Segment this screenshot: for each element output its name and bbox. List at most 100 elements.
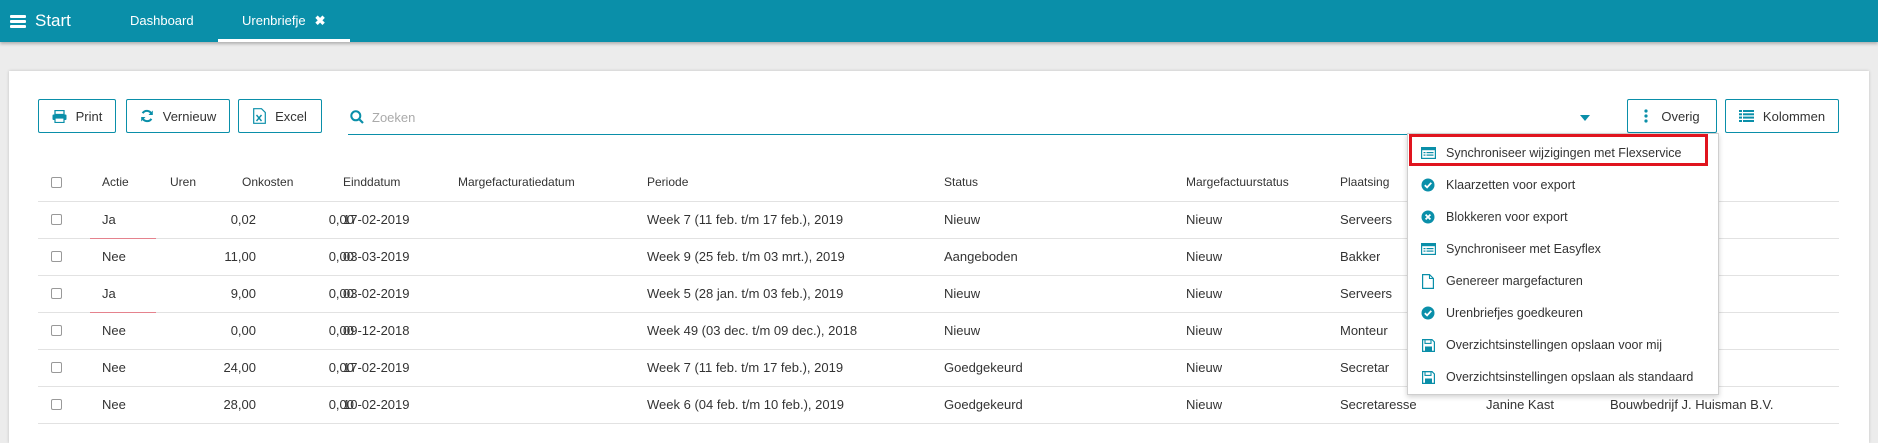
menu-item-5[interactable]: Genereer margefacturen xyxy=(1408,265,1718,297)
column-header-onkosten[interactable]: Onkosten xyxy=(242,164,354,201)
file-icon xyxy=(1420,273,1436,289)
tab-urenbriefje-label: Urenbriefje xyxy=(242,13,306,28)
menu-item-4[interactable]: Synchroniseer met Easyflex xyxy=(1408,233,1718,265)
status-cell: Goedgekeurd xyxy=(944,360,1023,375)
print-button[interactable]: Print xyxy=(38,99,116,133)
onkosten-cell: 0,00 xyxy=(328,249,354,264)
menu-item-label: Overzichtsinstellingen opslaan als stand… xyxy=(1446,370,1694,384)
einddatum-cell: 03-02-2019 xyxy=(343,286,410,301)
periode-cell: Week 6 (04 feb. t/m 10 feb.), 2019 xyxy=(647,397,845,412)
row-checkbox[interactable] xyxy=(51,251,62,262)
vernieuw-button[interactable]: Vernieuw xyxy=(126,99,230,133)
list-window-icon xyxy=(1420,145,1436,161)
menu-item-label: Genereer margefacturen xyxy=(1446,274,1583,288)
list-columns-icon xyxy=(1738,110,1754,122)
onkosten-cell: 0,00 xyxy=(328,212,354,227)
margefactuurstatus-cell: Nieuw xyxy=(1186,397,1223,412)
close-tab-icon[interactable]: ✖ xyxy=(315,13,326,28)
actie-cell: Ja xyxy=(102,286,116,301)
printer-icon xyxy=(52,109,67,123)
column-header-actie[interactable]: Actie xyxy=(102,164,129,201)
plaatsing-cell: Secretaresse xyxy=(1340,397,1417,412)
menu-item-3[interactable]: Blokkeren voor export xyxy=(1408,201,1718,233)
menu-item-label: Synchroniseer wijzigingen met Flexservic… xyxy=(1446,146,1682,160)
menu-item-2[interactable]: Klaarzetten voor export xyxy=(1408,169,1718,201)
kolommen-button[interactable]: Kolommen xyxy=(1725,99,1839,133)
search-bar xyxy=(348,100,1596,135)
overig-dropdown-menu: Synchroniseer wijzigingen met Flexservic… xyxy=(1407,133,1719,395)
start-menu-button[interactable]: Start xyxy=(10,11,71,31)
excel-label: Excel xyxy=(275,108,307,124)
plaatsing-cell: Serveers xyxy=(1340,212,1393,227)
search-icon xyxy=(350,110,364,124)
kolommen-label: Kolommen xyxy=(1762,108,1826,124)
x-circle-icon xyxy=(1420,209,1436,225)
overig-button[interactable]: Overig xyxy=(1627,99,1717,133)
vernieuw-label: Vernieuw xyxy=(162,108,217,124)
status-cell: Nieuw xyxy=(944,323,981,338)
row-checkbox[interactable] xyxy=(51,288,62,299)
einddatum-cell: 10-02-2019 xyxy=(343,397,410,412)
search-input[interactable] xyxy=(372,106,1552,128)
actie-cell: Nee xyxy=(102,360,126,375)
menu-item-1[interactable]: Synchroniseer wijzigingen met Flexservic… xyxy=(1408,137,1718,169)
onkosten-cell: 0,00 xyxy=(328,397,354,412)
actie-cell: Nee xyxy=(102,397,126,412)
menu-item-label: Urenbriefjes goedkeuren xyxy=(1446,306,1583,320)
margefactuurstatus-cell: Nieuw xyxy=(1186,249,1223,264)
refresh-icon xyxy=(140,109,153,123)
check-circle-icon xyxy=(1420,177,1436,193)
menu-item-label: Synchroniseer met Easyflex xyxy=(1446,242,1601,256)
einddatum-cell: 09-12-2018 xyxy=(343,323,410,338)
actie-cell: Nee xyxy=(102,323,126,338)
status-cell: Nieuw xyxy=(944,212,981,227)
row-checkbox[interactable] xyxy=(51,325,62,336)
margefactuurstatus-cell: Nieuw xyxy=(1186,212,1223,227)
plaatsing-cell: Monteur xyxy=(1340,323,1388,338)
menu-item-label: Klaarzetten voor export xyxy=(1446,178,1576,192)
margefactuurstatus-cell: Nieuw xyxy=(1186,360,1223,375)
menu-item-6[interactable]: Urenbriefjes goedkeuren xyxy=(1408,297,1718,329)
tab-urenbriefje[interactable]: Urenbriefje ✖ xyxy=(218,0,350,42)
plaatsing-cell: Bakker xyxy=(1340,249,1381,264)
column-header-status[interactable]: Status xyxy=(944,164,978,201)
einddatum-cell: 03-03-2019 xyxy=(343,249,410,264)
excel-file-icon xyxy=(253,108,266,124)
actie-cell: Ja xyxy=(102,212,116,227)
column-header-einddatum[interactable]: Einddatum xyxy=(343,164,400,201)
column-header-margefacturatiedatum[interactable]: Margefacturatiedatum xyxy=(458,164,575,201)
plaatsing-cell: Serveers xyxy=(1340,286,1393,301)
column-header-periode[interactable]: Periode xyxy=(647,164,688,201)
list-window-icon xyxy=(1420,241,1436,257)
menu-item-8[interactable]: Overzichtsinstellingen opslaan als stand… xyxy=(1408,361,1718,393)
row-checkbox[interactable] xyxy=(51,214,62,225)
status-cell: Goedgekeurd xyxy=(944,397,1023,412)
row-checkbox[interactable] xyxy=(51,399,62,410)
status-cell: Aangeboden xyxy=(944,249,1018,264)
column-header-margefactuurstatus[interactable]: Margefactuurstatus xyxy=(1186,164,1289,201)
row-checkbox[interactable] xyxy=(51,362,62,373)
periode-cell: Week 7 (11 feb. t/m 17 feb.), 2019 xyxy=(647,360,844,375)
column-header-plaatsing[interactable]: Plaatsing xyxy=(1340,164,1389,201)
tab-dashboard[interactable]: Dashboard xyxy=(130,0,194,42)
status-cell: Nieuw xyxy=(944,286,981,301)
actie-cell: Nee xyxy=(102,249,126,264)
menu-item-label: Blokkeren voor export xyxy=(1446,210,1568,224)
start-label: Start xyxy=(35,11,71,30)
plaatsing-cell: Secretar xyxy=(1340,360,1390,375)
excel-button[interactable]: Excel xyxy=(238,99,322,133)
more-vertical-icon xyxy=(1644,109,1648,123)
margefactuurstatus-cell: Nieuw xyxy=(1186,286,1223,301)
select-all-checkbox[interactable] xyxy=(51,177,62,188)
onkosten-cell: 0,00 xyxy=(328,360,354,375)
chevron-down-icon[interactable] xyxy=(1580,115,1590,121)
periode-cell: Week 5 (28 jan. t/m 03 feb.), 2019 xyxy=(647,286,844,301)
hamburger-icon xyxy=(10,14,26,28)
periode-cell: Week 7 (11 feb. t/m 17 feb.), 2019 xyxy=(647,212,844,227)
einddatum-cell: 17-02-2019 xyxy=(343,360,410,375)
top-navigation-bar: Start Dashboard Urenbriefje ✖ xyxy=(0,0,1878,42)
menu-item-label: Overzichtsinstellingen opslaan voor mij xyxy=(1446,338,1663,352)
menu-item-7[interactable]: Overzichtsinstellingen opslaan voor mij xyxy=(1408,329,1718,361)
onkosten-cell: 0,00 xyxy=(328,286,354,301)
margefactuurstatus-cell: Nieuw xyxy=(1186,323,1223,338)
